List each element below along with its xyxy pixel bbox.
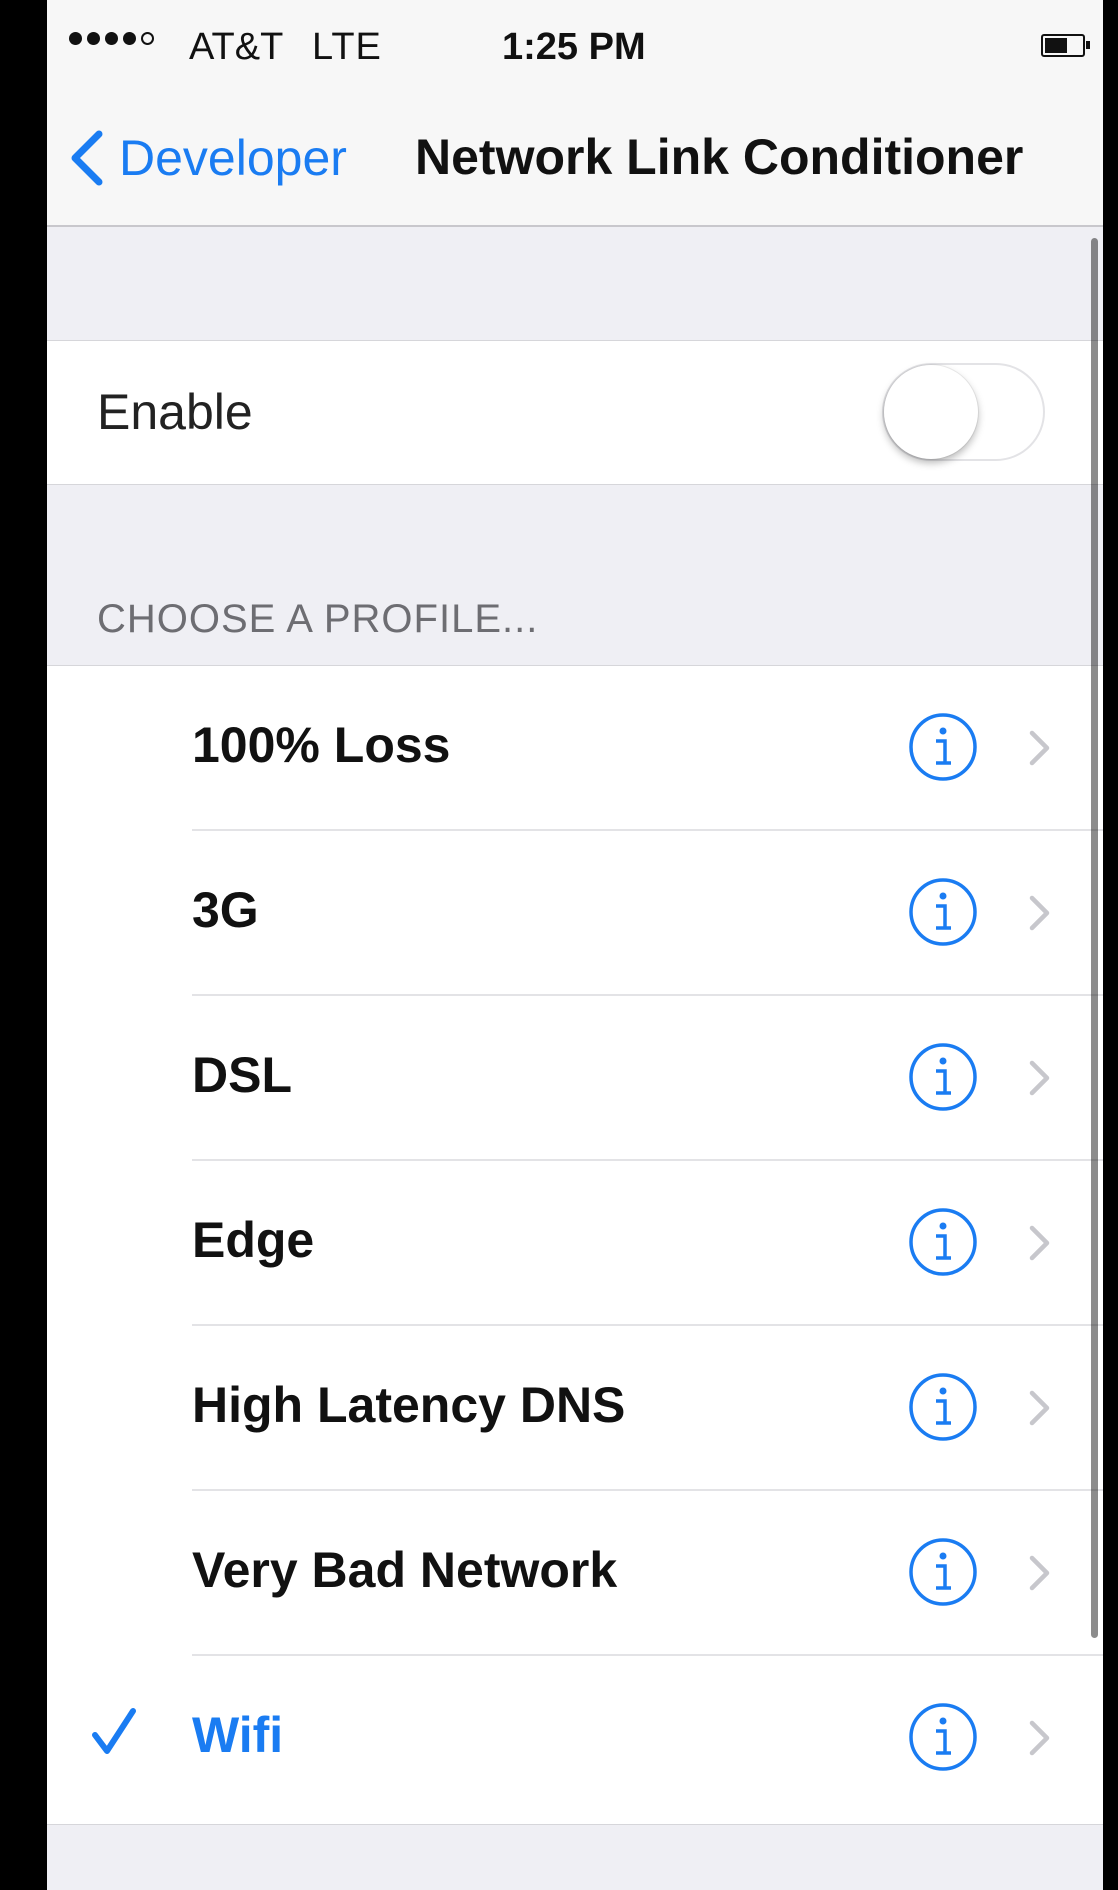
info-circle-icon xyxy=(909,1208,977,1276)
status-bar: AT&T LTE 1:25 PM xyxy=(47,0,1103,95)
info-button[interactable] xyxy=(907,1701,979,1773)
screen: AT&T LTE 1:25 PM Developer Network Link … xyxy=(47,0,1103,1890)
chevron-right-icon xyxy=(1027,1388,1053,1428)
chevron-right-icon xyxy=(1027,1058,1053,1098)
profile-row[interactable]: 3G xyxy=(47,831,1103,996)
page-title: Network Link Conditioner xyxy=(415,129,1024,185)
info-button[interactable] xyxy=(907,1041,979,1113)
profile-label: High Latency DNS xyxy=(192,1377,626,1433)
battery-icon xyxy=(1041,34,1090,57)
profile-row[interactable]: Edge xyxy=(47,1161,1103,1326)
info-button[interactable] xyxy=(907,1536,979,1608)
section-header-profiles: CHOOSE A PROFILE... xyxy=(97,597,539,641)
profile-label: Edge xyxy=(192,1212,315,1268)
info-circle-icon xyxy=(909,713,977,781)
chevron-right-icon xyxy=(1027,1718,1053,1758)
info-button[interactable] xyxy=(907,876,979,948)
profile-label: 100% Loss xyxy=(192,717,451,773)
info-circle-icon xyxy=(909,1373,977,1441)
info-circle-icon xyxy=(909,1703,977,1771)
info-circle-icon xyxy=(909,1043,977,1111)
info-circle-icon xyxy=(909,1538,977,1606)
profile-row[interactable]: High Latency DNS xyxy=(47,1326,1103,1491)
info-button[interactable] xyxy=(907,1206,979,1278)
chevron-right-icon xyxy=(1027,1223,1053,1263)
clock: 1:25 PM xyxy=(502,26,646,68)
profile-row[interactable]: Wifi xyxy=(47,1656,1103,1821)
enable-row: Enable xyxy=(47,340,1103,485)
chevron-right-icon xyxy=(1027,1553,1053,1593)
chevron-right-icon xyxy=(1027,728,1053,768)
navigation-bar: Developer Network Link Conditioner xyxy=(47,95,1103,227)
profile-row[interactable]: Very Bad Network xyxy=(47,1491,1103,1656)
back-button[interactable]: Developer xyxy=(67,123,347,193)
scroll-indicator[interactable] xyxy=(1091,238,1098,1638)
chevron-right-icon xyxy=(1027,893,1053,933)
profile-row[interactable]: 100% Loss xyxy=(47,666,1103,831)
carrier-name: AT&T xyxy=(189,26,284,68)
profile-label: 3G xyxy=(192,882,259,938)
toggle-knob xyxy=(884,365,978,459)
profile-row[interactable]: DSL xyxy=(47,996,1103,1161)
back-button-label: Developer xyxy=(119,130,347,186)
profile-label: Very Bad Network xyxy=(192,1542,618,1598)
chevron-left-icon xyxy=(71,130,103,186)
enable-label: Enable xyxy=(97,384,253,440)
profile-list: 100% Loss 3G DSL Edge High Latency DNS Very B… xyxy=(47,665,1103,1825)
info-button[interactable] xyxy=(907,1371,979,1443)
checkmark-icon xyxy=(92,1708,136,1754)
network-type: LTE xyxy=(312,26,382,68)
info-button[interactable] xyxy=(907,711,979,783)
info-circle-icon xyxy=(909,878,977,946)
profile-label: DSL xyxy=(192,1047,292,1103)
signal-strength-icon xyxy=(69,32,154,45)
enable-toggle[interactable] xyxy=(882,363,1045,461)
profile-label: Wifi xyxy=(192,1707,284,1763)
